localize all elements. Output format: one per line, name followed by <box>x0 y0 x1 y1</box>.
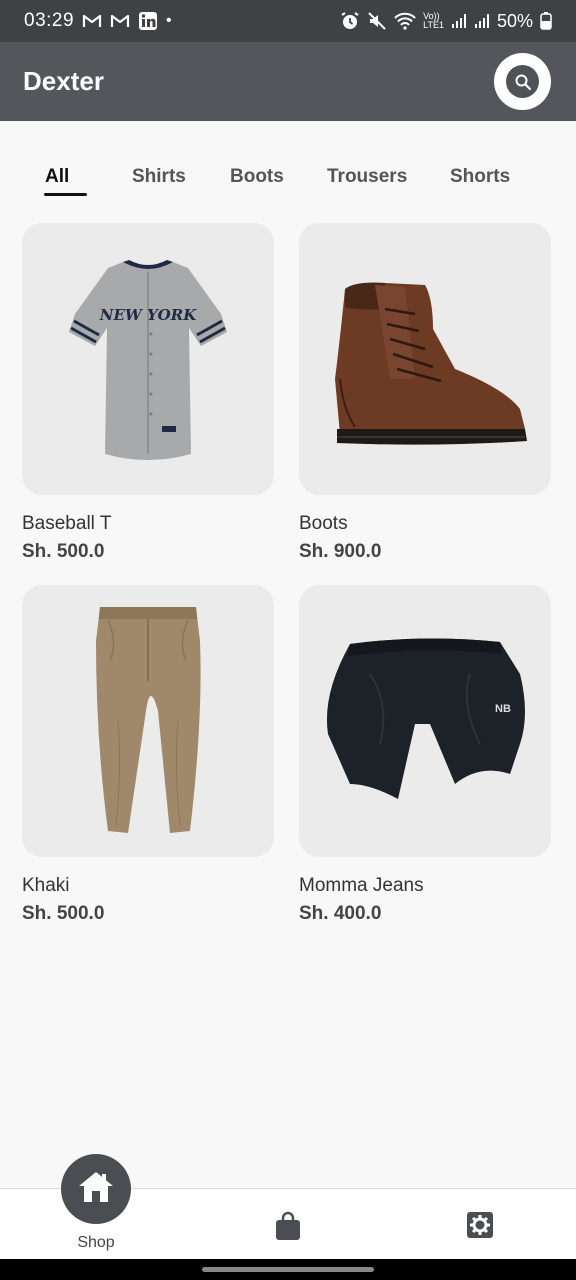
alarm-icon <box>340 11 360 31</box>
tab-shirts[interactable]: Shirts <box>132 166 186 188</box>
tab-indicator <box>44 193 87 196</box>
product-image-brown-boot <box>299 223 551 495</box>
product-image-black-shorts: NB <box>299 585 551 857</box>
status-dot: • <box>166 12 172 29</box>
battery-percent: 50% <box>496 10 533 31</box>
app-bar: Dexter <box>0 42 576 121</box>
app-title: Dexter <box>23 66 104 96</box>
product-price: Sh. 500.0 <box>22 903 105 924</box>
product-image-khaki-trousers <box>22 585 274 857</box>
product-card-boots[interactable]: Boots Sh. 900.0 <box>299 223 551 563</box>
tab-all[interactable]: All <box>45 166 69 188</box>
product-card-khaki[interactable]: Khaki Sh. 500.0 <box>22 585 274 925</box>
category-tabs: All Shirts Boots Trousers Shorts <box>0 150 576 200</box>
nav-shop-label: Shop <box>77 1234 115 1251</box>
battery-icon <box>540 12 552 30</box>
product-image-baseball-jersey: NEW YORK <box>22 223 274 495</box>
shopping-bag-icon[interactable] <box>274 1211 302 1246</box>
search-button[interactable] <box>494 53 551 110</box>
status-time: 03:29 <box>24 10 75 31</box>
signal-icon <box>474 13 490 29</box>
product-name: Boots <box>299 513 348 534</box>
product-card-momma-jeans[interactable]: NB Momma Jeans Sh. 400.0 <box>299 585 551 925</box>
tab-boots[interactable]: Boots <box>230 166 284 188</box>
signal-icon <box>451 13 467 29</box>
svg-text:NB: NB <box>495 703 511 715</box>
product-price: Sh. 400.0 <box>299 903 382 924</box>
home-icon <box>77 1169 115 1210</box>
nav-shop-button[interactable] <box>61 1154 131 1224</box>
jersey-text: NEW YORK <box>99 306 197 324</box>
mute-icon <box>367 11 387 31</box>
wifi-icon <box>394 12 416 30</box>
product-card-baseball-t[interactable]: NEW YORK Baseball T Sh. 500.0 <box>22 223 274 563</box>
volte-label: Vo)) LTE1 <box>423 11 444 30</box>
linkedin-icon <box>138 11 158 31</box>
product-name: Momma Jeans <box>299 875 424 896</box>
product-name: Baseball T <box>22 513 112 534</box>
tab-trousers[interactable]: Trousers <box>327 166 407 188</box>
product-price: Sh. 900.0 <box>299 541 382 562</box>
system-gesture-bar <box>0 1259 576 1280</box>
product-name: Khaki <box>22 875 70 896</box>
gmail-icon <box>82 13 102 29</box>
gmail-icon <box>110 13 130 29</box>
product-price: Sh. 500.0 <box>22 541 105 562</box>
home-gesture-pill[interactable] <box>202 1267 374 1272</box>
search-icon <box>506 65 539 98</box>
tab-shorts[interactable]: Shorts <box>450 166 510 188</box>
bottom-navigation: Shop <box>0 1154 576 1259</box>
status-bar: 03:29 • Vo)) LTE1 50% <box>0 0 576 42</box>
gear-icon[interactable] <box>466 1211 494 1244</box>
